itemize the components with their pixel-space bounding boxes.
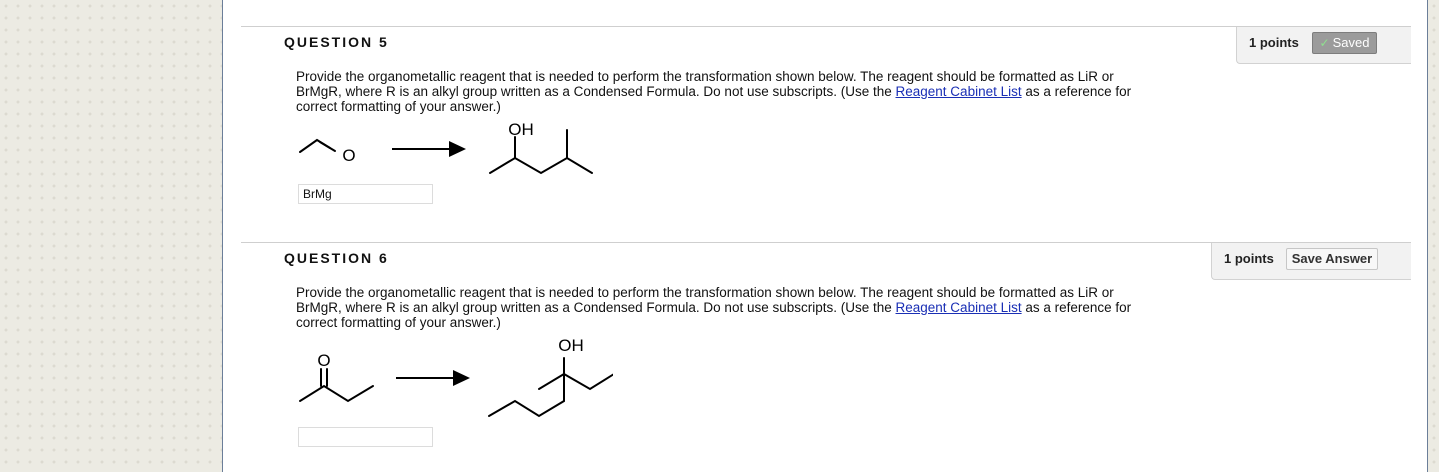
question-6-points-box: 1 points Save Answer: [1211, 243, 1411, 280]
question-5-text: Provide the organometallic reagent that …: [296, 69, 1156, 114]
saved-button-label: Saved: [1332, 35, 1370, 50]
question-6-answer-input[interactable]: [298, 427, 433, 447]
assessment-panel: QUESTION 5 1 points ✓ Saved Provide the o…: [222, 0, 1428, 472]
reactant-6-bonds: [299, 368, 374, 403]
question-5-title: QUESTION 5: [284, 34, 389, 50]
right-arrow-icon: [392, 141, 466, 157]
question-6-points: 1 points: [1224, 251, 1274, 266]
question-6-reaction-diagram: O OH: [299, 336, 613, 418]
question-5-answer-input[interactable]: [298, 184, 433, 204]
question-6-text: Provide the organometallic reagent that …: [296, 285, 1156, 330]
reactant-6-oxygen-label: O: [317, 351, 330, 370]
question-6-title: QUESTION 6: [284, 250, 389, 266]
reagent-cabinet-list-link[interactable]: Reagent Cabinet List: [896, 84, 1022, 99]
reagent-cabinet-list-link[interactable]: Reagent Cabinet List: [896, 300, 1022, 315]
question-5-points: 1 points: [1249, 35, 1299, 50]
right-arrow-icon: [396, 370, 470, 386]
product-6-hydroxyl-label: OH: [558, 336, 584, 355]
question-5-reaction-diagram: O OH: [299, 120, 593, 175]
save-answer-button[interactable]: Save Answer: [1286, 248, 1378, 270]
product-5-bonds: [489, 129, 593, 175]
product-5-hydroxyl-label: OH: [508, 120, 534, 139]
reactant-5-oxygen-label: O: [342, 146, 355, 165]
saved-button[interactable]: ✓ Saved: [1312, 32, 1377, 54]
product-6-bonds: [488, 357, 613, 418]
check-icon: ✓: [1319, 36, 1330, 50]
question-5-points-box: 1 points ✓ Saved: [1236, 27, 1411, 64]
reactant-5-double-bond: [319, 141, 336, 152]
